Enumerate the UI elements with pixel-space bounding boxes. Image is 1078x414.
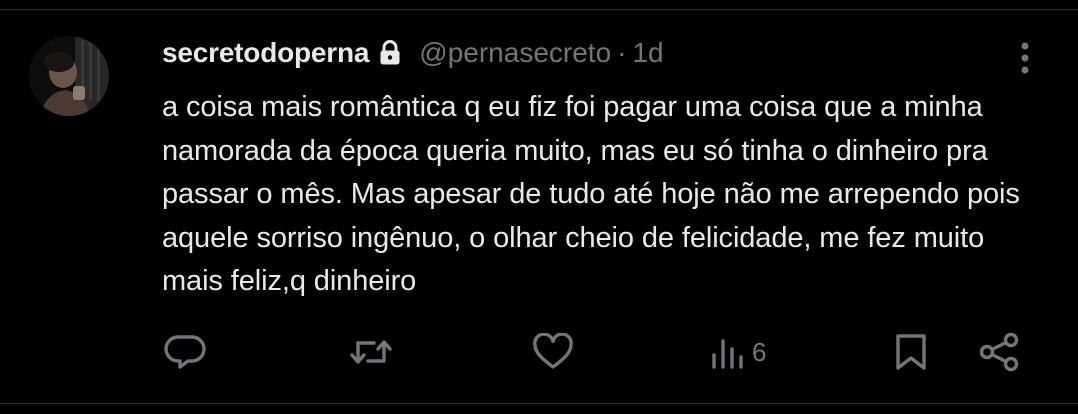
share-icon <box>978 332 1022 372</box>
bookmark-button[interactable] <box>893 332 929 372</box>
views-button[interactable]: 6 <box>710 332 766 372</box>
reply-button[interactable] <box>164 332 208 372</box>
retweet-icon <box>348 333 394 371</box>
lock-icon <box>379 39 405 67</box>
views-count: 6 <box>752 336 767 367</box>
avatar[interactable] <box>29 36 109 116</box>
display-name[interactable]: secretodoperna <box>162 37 369 69</box>
tweet-header: secretodoperna @pernasecreto · 1d <box>162 36 664 70</box>
like-button[interactable] <box>531 332 575 372</box>
retweet-button[interactable] <box>348 332 394 372</box>
tweet-text: a coisa mais romântica q eu fiz foi paga… <box>162 91 1020 297</box>
views-icon <box>710 333 746 371</box>
share-button[interactable] <box>978 332 1022 372</box>
more-vertical-icon[interactable] <box>1012 40 1038 76</box>
tweet[interactable]: secretodoperna @pernasecreto · 1d a cois… <box>0 10 1078 403</box>
reply-icon <box>164 333 208 371</box>
separator-dot: · <box>617 37 627 68</box>
timestamp[interactable]: 1d <box>632 37 663 69</box>
bookmark-icon <box>893 332 929 372</box>
avatar-image <box>29 36 109 116</box>
heart-icon <box>531 333 575 371</box>
handle[interactable]: @pernasecreto <box>419 37 611 69</box>
bottom-divider <box>0 403 1078 404</box>
